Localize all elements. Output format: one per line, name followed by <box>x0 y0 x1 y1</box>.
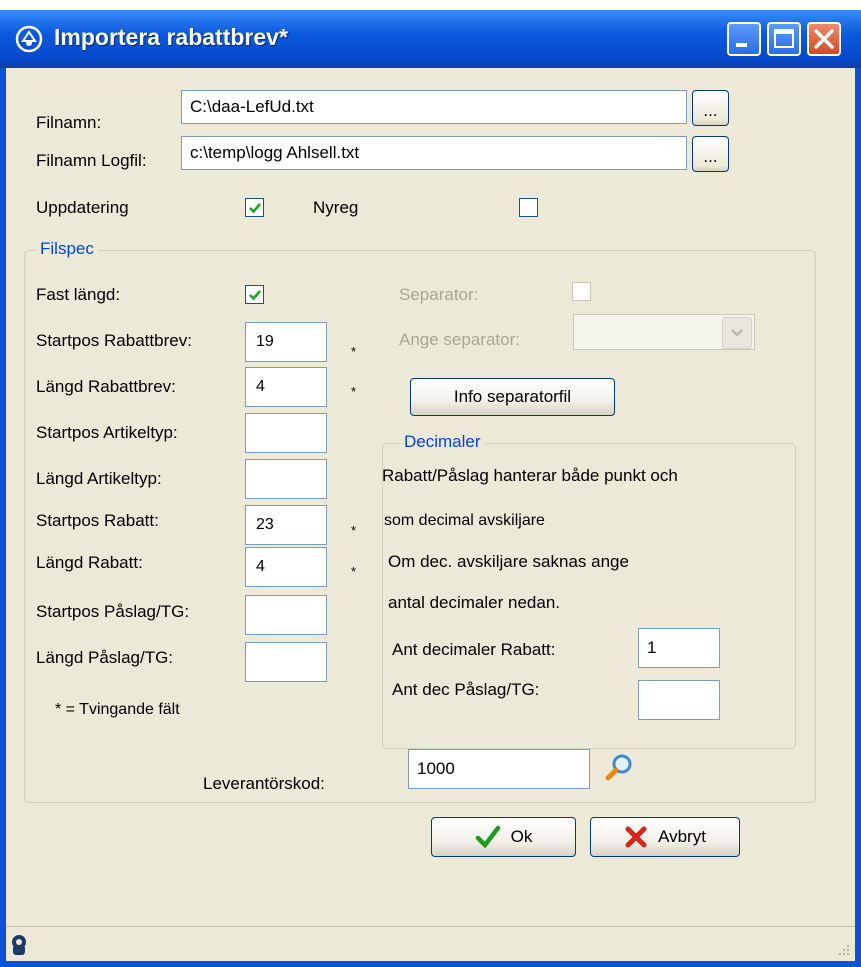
decimaler-info-line: Rabatt/Påslag hanterar både punkt och <box>382 466 678 485</box>
minimize-icon <box>736 43 747 47</box>
info-separatorfil-button[interactable]: Info separatorfil <box>410 378 615 416</box>
checkmark-icon <box>249 290 261 301</box>
minimize-button[interactable] <box>727 22 761 56</box>
update-label: Uppdatering <box>36 198 129 217</box>
close-icon <box>814 29 834 49</box>
ant-dec-rabatt-input[interactable]: 1 <box>638 628 720 668</box>
fixed-length-label: Fast längd: <box>36 285 121 304</box>
ok-button-label: Ok <box>510 827 533 846</box>
field-label: Längd Rabatt: <box>36 553 143 572</box>
field-label: Startpos Artikeltyp: <box>36 423 178 442</box>
decimaler-title: Decimaler <box>400 432 485 452</box>
decimaler-info-line: som decimal avskiljare <box>384 512 545 529</box>
field-label: Startpos Påslag/TG: <box>36 602 190 621</box>
field-label: Längd Artikeltyp: <box>36 469 162 488</box>
required-marker: * <box>351 523 357 538</box>
dialog-window: Importera rabattbrev* Filnamn: C:\daa-Le… <box>0 10 861 967</box>
cancel-button[interactable]: Avbryt <box>590 817 740 857</box>
decimaler-info-line: antal decimaler nedan. <box>388 593 561 612</box>
startpos-rabattbrev-input[interactable]: 19 <box>245 322 327 362</box>
user-icon <box>12 935 26 955</box>
ant-dec-rabatt-label: Ant decimaler Rabatt: <box>392 640 556 659</box>
langd-rabatt-input[interactable]: 4 <box>245 547 327 587</box>
ange-separator-label: Ange separator: <box>399 330 520 349</box>
startpos-artikeltyp-input[interactable] <box>245 413 327 453</box>
ant-dec-paslag-input[interactable] <box>638 680 720 720</box>
filename-browse-button[interactable]: ... <box>692 90 729 126</box>
maximize-icon <box>774 29 794 48</box>
search-icon[interactable] <box>603 752 635 784</box>
status-bar <box>6 926 855 961</box>
logfile-browse-button[interactable]: ... <box>692 136 729 172</box>
field-label: Startpos Rabatt: <box>36 511 159 530</box>
checkmark-icon <box>475 825 500 849</box>
separator-checkbox[interactable] <box>572 282 591 301</box>
window-title: Importera rabattbrev* <box>54 24 288 50</box>
resize-grip-icon[interactable] <box>833 941 851 959</box>
cancel-button-label: Avbryt <box>658 827 706 846</box>
required-marker: * <box>351 384 357 399</box>
nyreg-label: Nyreg <box>313 198 359 217</box>
logfile-input[interactable]: c:\temp\logg Ahlsell.txt <box>181 136 687 170</box>
required-marker: * <box>351 344 357 359</box>
required-note: * = Tvingande fält <box>55 701 180 718</box>
maximize-button[interactable] <box>767 22 801 56</box>
separator-select[interactable] <box>573 314 755 350</box>
app-icon <box>15 25 43 53</box>
update-checkbox[interactable] <box>245 198 264 217</box>
dropdown-arrow[interactable] <box>722 317 752 349</box>
title-bar[interactable]: Importera rabattbrev* <box>0 10 861 68</box>
close-button[interactable] <box>807 22 841 56</box>
filename-input[interactable]: C:\daa-LefUd.txt <box>181 90 687 124</box>
startpos-rabatt-input[interactable]: 23 <box>245 505 327 545</box>
window-top-edge <box>0 0 861 10</box>
langd-paslag-input[interactable] <box>245 642 327 682</box>
field-label: Längd Påslag/TG: <box>36 648 174 667</box>
required-marker: * <box>351 564 357 579</box>
filename-label: Filnamn: <box>36 113 102 132</box>
startpos-paslag-input[interactable] <box>245 595 327 635</box>
fixed-length-checkbox[interactable] <box>245 285 264 304</box>
field-label: Startpos Rabattbrev: <box>36 331 192 350</box>
ok-button[interactable]: Ok <box>431 817 576 857</box>
nyreg-checkbox[interactable] <box>519 198 538 217</box>
logfile-label: Filnamn Logfil: <box>36 151 147 170</box>
separator-label: Separator: <box>399 285 479 304</box>
x-icon <box>625 826 647 848</box>
field-label: Längd Rabattbrev: <box>36 377 176 396</box>
checkmark-icon <box>249 203 261 214</box>
langd-rabattbrev-input[interactable]: 4 <box>245 367 327 407</box>
ant-dec-paslag-label: Ant dec Påslag/TG: <box>392 680 540 699</box>
supplier-label: Leverantörskod: <box>203 774 325 793</box>
filspec-title: Filspec <box>36 239 98 259</box>
decimaler-info-line: Om dec. avskiljare saknas ange <box>388 552 629 571</box>
chevron-down-icon <box>731 329 743 337</box>
dialog-body: Filnamn: C:\daa-LefUd.txt ... Filnamn Lo… <box>6 68 855 961</box>
langd-artikeltyp-input[interactable] <box>245 459 327 499</box>
supplier-input[interactable]: 1000 <box>408 749 590 789</box>
